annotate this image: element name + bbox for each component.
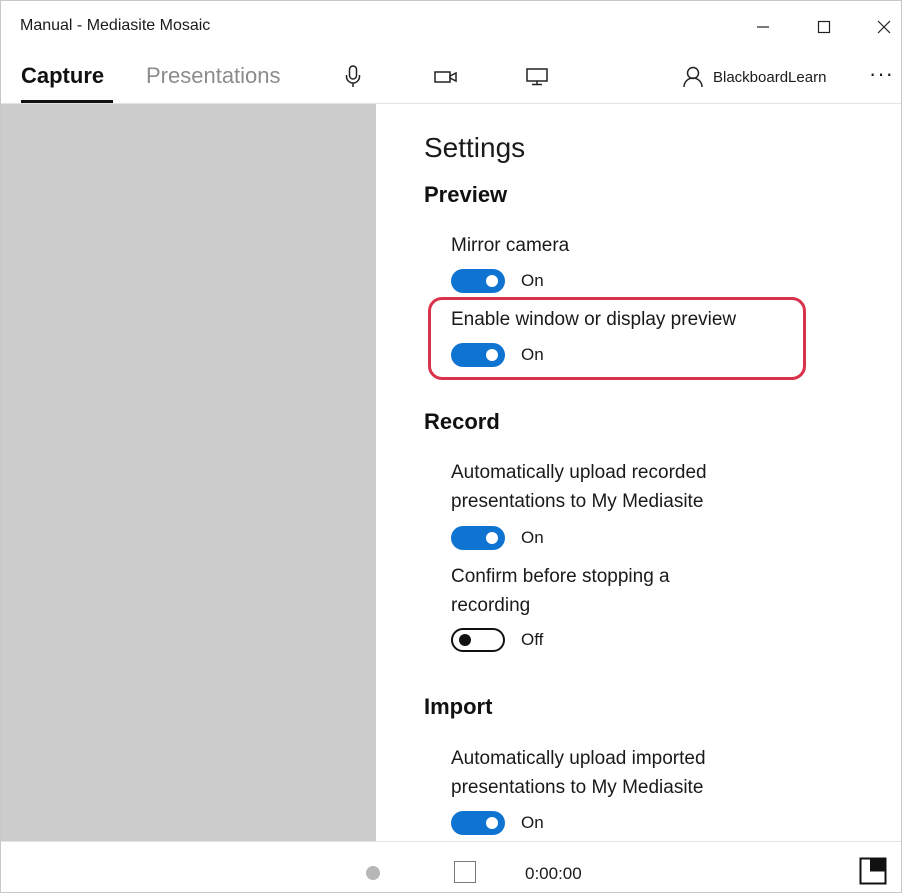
toggle-knob <box>459 634 471 646</box>
toggle-knob <box>486 817 498 829</box>
section-heading-record: Record <box>424 409 500 434</box>
section-heading-preview: Preview <box>424 182 508 207</box>
toggle-switch[interactable] <box>451 628 505 652</box>
minimize-button[interactable] <box>743 9 783 45</box>
user-name: BlackboardLearn <box>713 68 827 86</box>
tab-presentations[interactable]: Presentations <box>146 63 281 89</box>
nav-bar: Capture Presentations BlackboardLearn ··… <box>1 51 901 104</box>
more-options-button[interactable]: ··· <box>869 61 901 91</box>
setting-label-auto-upload-recorded: Automatically upload recorded presentati… <box>451 462 707 512</box>
status-bar: 0:00:00 <box>1 841 901 892</box>
camera-icon <box>434 71 457 83</box>
toggle-knob <box>486 532 498 544</box>
monitor-icon <box>526 68 548 86</box>
setting-label-mirror-camera: Mirror camera <box>451 235 570 256</box>
close-icon <box>877 20 891 34</box>
toggle-switch[interactable] <box>451 811 505 835</box>
toggle-mirror-camera[interactable]: On <box>451 269 544 293</box>
settings-title: Settings <box>424 132 526 163</box>
microphone-icon <box>345 65 361 87</box>
window-title: Manual - Mediasite Mosaic <box>20 17 211 34</box>
microphone-button[interactable] <box>339 63 367 91</box>
toggle-switch[interactable] <box>451 526 505 550</box>
toggle-auto-upload-recorded[interactable]: On <box>451 526 544 550</box>
settings-pane: Settings Preview Mirror camera On Enable… <box>376 104 901 841</box>
screen-button[interactable] <box>523 63 551 91</box>
toggle-state-label: Off <box>521 630 544 649</box>
tab-capture[interactable]: Capture <box>21 63 104 89</box>
user-icon <box>683 66 703 88</box>
picture-in-picture-button[interactable] <box>859 857 887 885</box>
stop-button[interactable] <box>454 861 476 883</box>
picture-in-picture-icon <box>859 857 887 885</box>
toggle-confirm-stop[interactable]: Off <box>451 628 543 652</box>
minimize-icon <box>757 26 769 28</box>
maximize-icon <box>817 20 831 34</box>
highlight-annotation-box <box>428 297 806 380</box>
section-heading-import: Import <box>424 694 493 719</box>
camera-preview-pane <box>1 104 376 841</box>
toggle-knob <box>486 275 498 287</box>
maximize-button[interactable] <box>804 9 844 45</box>
record-button[interactable] <box>366 866 380 880</box>
app-window: Manual - Mediasite Mosaic Capture Presen… <box>0 0 902 893</box>
setting-label-confirm-stop: Confirm before stopping a recording <box>451 566 670 616</box>
active-tab-indicator <box>21 100 113 103</box>
toggle-auto-upload-imported[interactable]: On <box>451 811 544 835</box>
close-button[interactable] <box>864 9 901 45</box>
setting-label-auto-upload-imported: Automatically upload imported presentati… <box>451 748 706 798</box>
user-account-button[interactable]: BlackboardLearn <box>683 63 826 91</box>
toggle-state-label: On <box>521 271 544 290</box>
toggle-switch[interactable] <box>451 269 505 293</box>
toggle-state-label: On <box>521 528 544 547</box>
camera-button[interactable] <box>432 63 460 91</box>
recording-timer: 0:00:00 <box>525 864 582 883</box>
title-bar: Manual - Mediasite Mosaic <box>1 1 901 51</box>
toggle-state-label: On <box>521 813 544 832</box>
